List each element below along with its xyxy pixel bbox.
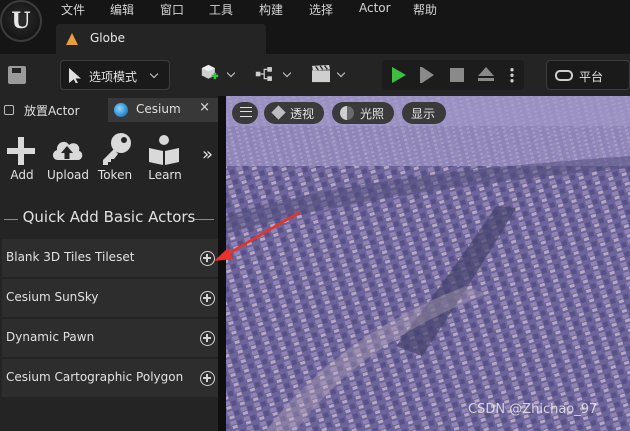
cursor-icon bbox=[69, 68, 81, 83]
eject-bar bbox=[478, 78, 494, 81]
menu-build[interactable]: 构建 bbox=[259, 1, 283, 18]
selection-mode-label: 选项模式 bbox=[89, 70, 138, 84]
panel-splitter[interactable] bbox=[218, 96, 226, 431]
close-icon[interactable]: × bbox=[199, 100, 210, 115]
perspective-label: 透视 bbox=[290, 107, 315, 121]
chevron-down-icon bbox=[149, 69, 159, 79]
lit-sphere-icon bbox=[340, 106, 354, 120]
cloud-upload-icon bbox=[52, 141, 83, 160]
token-button[interactable]: Token bbox=[93, 132, 141, 186]
menu-edit[interactable]: 编辑 bbox=[110, 1, 134, 18]
advance-frame-icon[interactable] bbox=[422, 67, 434, 83]
aerial-city-view bbox=[226, 96, 630, 431]
divider-right bbox=[194, 219, 214, 220]
add-circle-icon[interactable] bbox=[200, 291, 215, 306]
learn-button[interactable]: Learn bbox=[143, 132, 191, 186]
add-circle-icon[interactable] bbox=[200, 331, 215, 346]
logo-letter: U bbox=[11, 8, 31, 34]
chevron-down-icon[interactable] bbox=[336, 68, 346, 78]
cube-icon bbox=[271, 105, 286, 120]
menu-file[interactable]: 文件 bbox=[61, 1, 85, 18]
learn-label: Learn bbox=[148, 168, 182, 182]
add-circle-icon[interactable] bbox=[200, 251, 215, 266]
tab-place-actors[interactable]: 放置Actor bbox=[0, 98, 106, 122]
watermark: CSDN @Zhichao_97 bbox=[468, 402, 598, 417]
actor-row-blank-3d-tiles[interactable]: Blank 3D Tiles Tileset bbox=[2, 239, 218, 277]
add-label: Add bbox=[10, 168, 34, 182]
main-toolbar: 选项模式 平台 bbox=[0, 54, 630, 96]
actor-label: Blank 3D Tiles Tileset bbox=[6, 250, 135, 264]
menu-select[interactable]: 选择 bbox=[309, 1, 333, 18]
actor-row-dynamic-pawn[interactable]: Dynamic Pawn bbox=[2, 319, 218, 357]
lighting-button[interactable]: 光照 bbox=[332, 102, 394, 124]
chevron-down-icon[interactable] bbox=[226, 68, 236, 78]
selection-mode-dropdown[interactable]: 选项模式 bbox=[60, 60, 170, 90]
play-icon[interactable] bbox=[392, 67, 406, 83]
viewport-menu-button[interactable] bbox=[232, 102, 258, 124]
plus-icon bbox=[7, 137, 35, 165]
show-label: 显示 bbox=[411, 107, 436, 121]
menu-actor[interactable]: Actor bbox=[359, 1, 391, 15]
document-tab-bar: Globe bbox=[0, 18, 630, 54]
lighting-label: 光照 bbox=[360, 107, 385, 121]
tab-cesium[interactable]: Cesium × bbox=[108, 98, 218, 122]
save-icon[interactable] bbox=[8, 66, 26, 84]
document-tab-globe[interactable]: Globe bbox=[56, 24, 266, 54]
actor-row-cesium-sunsky[interactable]: Cesium SunSky bbox=[2, 279, 218, 317]
cesium-icon bbox=[114, 103, 128, 117]
level-icon bbox=[66, 33, 78, 45]
menu-tools[interactable]: 工具 bbox=[209, 1, 233, 18]
document-tab-label: Globe bbox=[90, 31, 125, 45]
actor-label: Dynamic Pawn bbox=[6, 330, 95, 344]
upload-label: Upload bbox=[46, 168, 90, 182]
gamepad-icon bbox=[555, 70, 573, 81]
platform-label: 平台 bbox=[579, 70, 604, 84]
more-chevrons-icon[interactable]: » bbox=[202, 144, 213, 165]
platform-dropdown[interactable]: 平台 bbox=[546, 60, 630, 90]
book-reader-icon bbox=[149, 135, 179, 165]
actor-row-cartographic-polygon[interactable]: Cesium Cartographic Polygon bbox=[2, 359, 218, 397]
add-button[interactable]: Add bbox=[0, 132, 48, 186]
tab-label: Cesium bbox=[136, 102, 181, 116]
quick-add-title: Quick Add Basic Actors bbox=[22, 208, 196, 226]
eject-icon[interactable] bbox=[478, 67, 494, 76]
actor-label: Cesium Cartographic Polygon bbox=[6, 370, 184, 384]
add-actor-icon[interactable] bbox=[200, 64, 220, 82]
add-circle-icon[interactable] bbox=[200, 371, 215, 386]
cesium-panel: 放置Actor Cesium × Add Upload Token Learn … bbox=[0, 96, 226, 431]
token-label: Token bbox=[97, 168, 133, 182]
perspective-button[interactable]: 透视 bbox=[264, 102, 324, 124]
menu-help[interactable]: 帮助 bbox=[413, 1, 437, 18]
place-actors-icon bbox=[4, 105, 14, 115]
unreal-logo-icon[interactable]: U bbox=[0, 0, 42, 42]
menu-window[interactable]: 窗口 bbox=[160, 1, 184, 18]
chevron-down-icon[interactable] bbox=[282, 68, 292, 78]
blueprint-icon[interactable] bbox=[255, 65, 275, 83]
cinematics-icon[interactable] bbox=[311, 65, 331, 83]
menu-bar: 文件 编辑 窗口 工具 构建 选择 Actor 帮助 bbox=[0, 0, 630, 18]
hamburger-icon bbox=[240, 107, 252, 117]
tab-label: 放置Actor bbox=[24, 104, 80, 118]
upload-button[interactable]: Upload bbox=[45, 132, 93, 186]
stop-icon[interactable] bbox=[450, 68, 464, 82]
level-viewport[interactable]: 透视 光照 显示 CSDN @Zhichao_97 bbox=[226, 96, 630, 431]
play-controls bbox=[382, 60, 524, 90]
show-button[interactable]: 显示 bbox=[402, 102, 446, 124]
key-icon bbox=[103, 133, 131, 165]
actor-label: Cesium SunSky bbox=[6, 290, 99, 304]
more-options-icon[interactable] bbox=[510, 67, 514, 83]
